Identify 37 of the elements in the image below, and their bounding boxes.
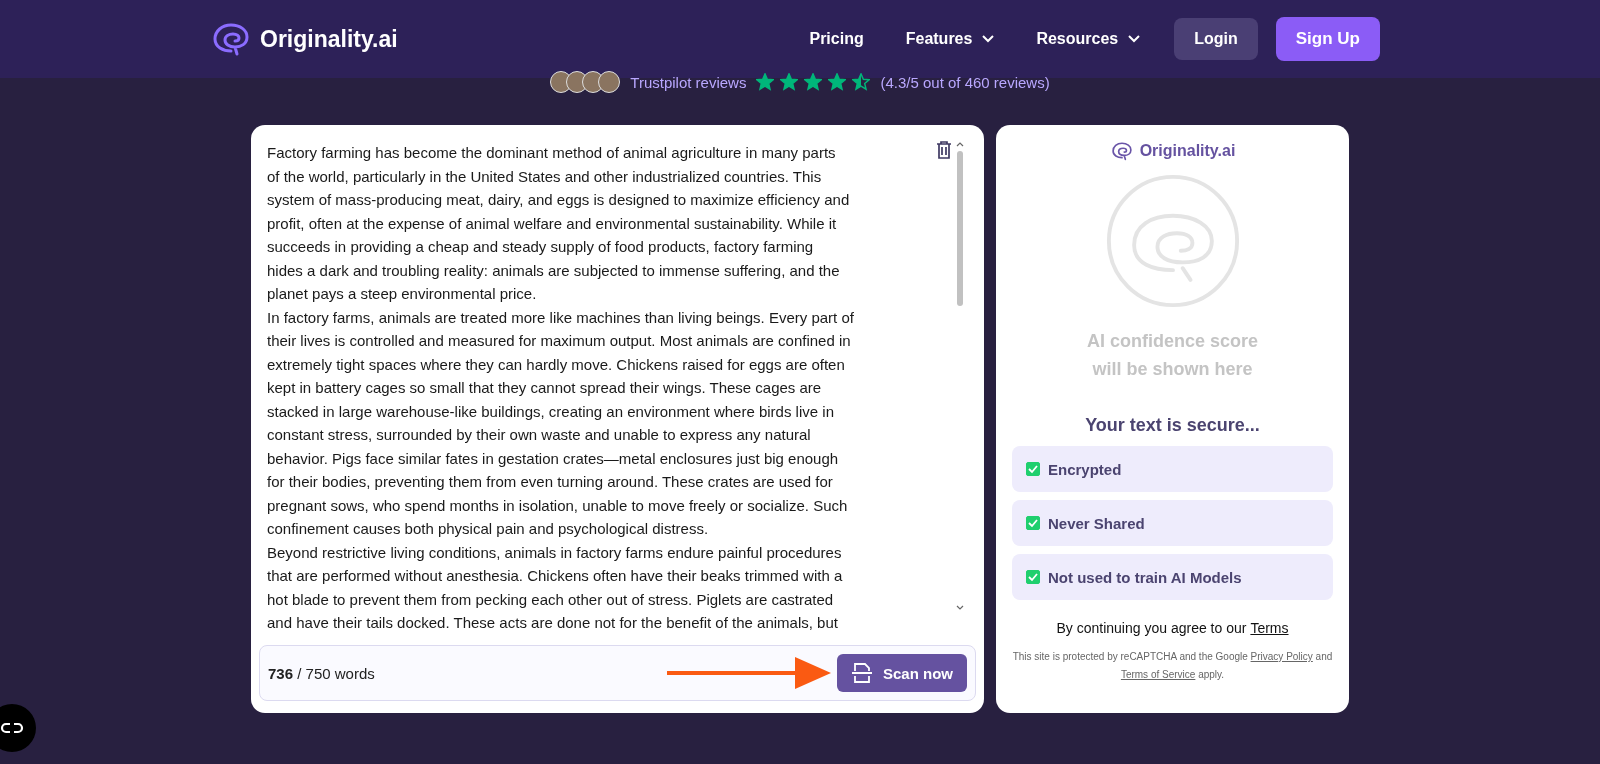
scroll-up-icon[interactable] <box>956 141 964 147</box>
terms-link[interactable]: Terms <box>1250 620 1289 636</box>
chevron-down-icon <box>982 35 995 43</box>
link-icon <box>0 721 24 735</box>
star-icon <box>780 73 799 91</box>
scroll-down-icon[interactable] <box>956 605 964 611</box>
privacy-policy-link[interactable]: Privacy Policy <box>1250 651 1313 662</box>
score-message: AI confidence score will be shown here <box>1086 330 1259 381</box>
star-icon <box>756 73 775 91</box>
star-icon <box>804 73 823 91</box>
floating-chat-button[interactable] <box>0 704 36 752</box>
text-input[interactable]: Factory farming has become the dominant method of animal agriculture in many parts of the world, particularly in the United States and other industrialized countries. This system of mass-producing meat, dairy, and eggs is designed to maximize efficiency and profit, often at the expense of animal welfare and environmental sustainability. While it succeeds in providing a cheap and steady supply of food products, factory farming hides a dark and troubling reality: animals are subjected to immense suffering, and the planet pays a steep environmental price. In factory farms, animals are treated more like machines than living beings. Every part of their lives is controlled and measured for maximum output. Most animals are confined in extremely tight spaces where they can hardly move. Chickens raised for eggs are often kept in battery cages so small that they cannot spread their wings. These cages are stacked in large warehouse-like buildings, creating an environment where birds live in constant stress, surrounded by their own waste and unable to express any natural behavior. Pigs face similar fates in gestation crates—metal enclosures just big enough for their bodies, preventing them from even turning around. These crates are used for pregnant sows, who spend months in isolation, unable to move freely or socialize. Such confinement causes both physical pain and psychological distress. Beyond restrictive living conditions, animals in factory farms endure painful procedures that are performed without anesthesia. Chickens often have their beaks trimmed with a hot blade to prevent them from pecking each other out of stress. Piglets are castrated and have their tails docked. These acts are done not for the benefit of the animals, but <box>259 139 928 635</box>
nav-link[interactable]: Pricing <box>809 30 864 48</box>
star-icon <box>828 73 847 91</box>
trustpilot-link[interactable]: Trustpilot reviews <box>630 73 747 91</box>
secure-heading: Your text is secure... <box>1085 415 1260 436</box>
brand-name: Originality.ai <box>1139 142 1236 160</box>
item-label: Encrypted <box>1048 460 1122 478</box>
terms-text: By continuing you agree to our <box>1056 620 1247 636</box>
login-button[interactable]: Login <box>1174 18 1258 60</box>
item-label: Not used to train AI Models <box>1048 568 1242 586</box>
avatar-group <box>550 71 621 93</box>
scrollbar-thumb[interactable] <box>957 151 963 306</box>
scanner-icon <box>851 662 873 684</box>
signup-button[interactable]: Sign Up <box>1275 17 1380 61</box>
chevron-down-icon <box>1128 35 1141 43</box>
brand-name[interactable]: Originality.ai <box>260 25 398 53</box>
recaptcha-notice: This site is protected by reCAPTCHA and the Google Privacy Policy and Terms of Service apply. <box>1012 650 1333 682</box>
star-icon <box>852 73 871 91</box>
nav-link[interactable]: Resources <box>1036 30 1141 48</box>
scan-now-button[interactable]: Scan now <box>837 654 967 692</box>
word-count: 736 / 750 words <box>268 664 375 682</box>
terms-of-service-link[interactable]: Terms of Service <box>1120 669 1196 680</box>
trash-icon[interactable] <box>936 141 952 159</box>
item-label: Never Shared <box>1048 514 1145 532</box>
nav-link[interactable]: Features <box>905 30 995 48</box>
rating-summary: (4.3/5 out of 460 reviews) <box>880 73 1050 91</box>
